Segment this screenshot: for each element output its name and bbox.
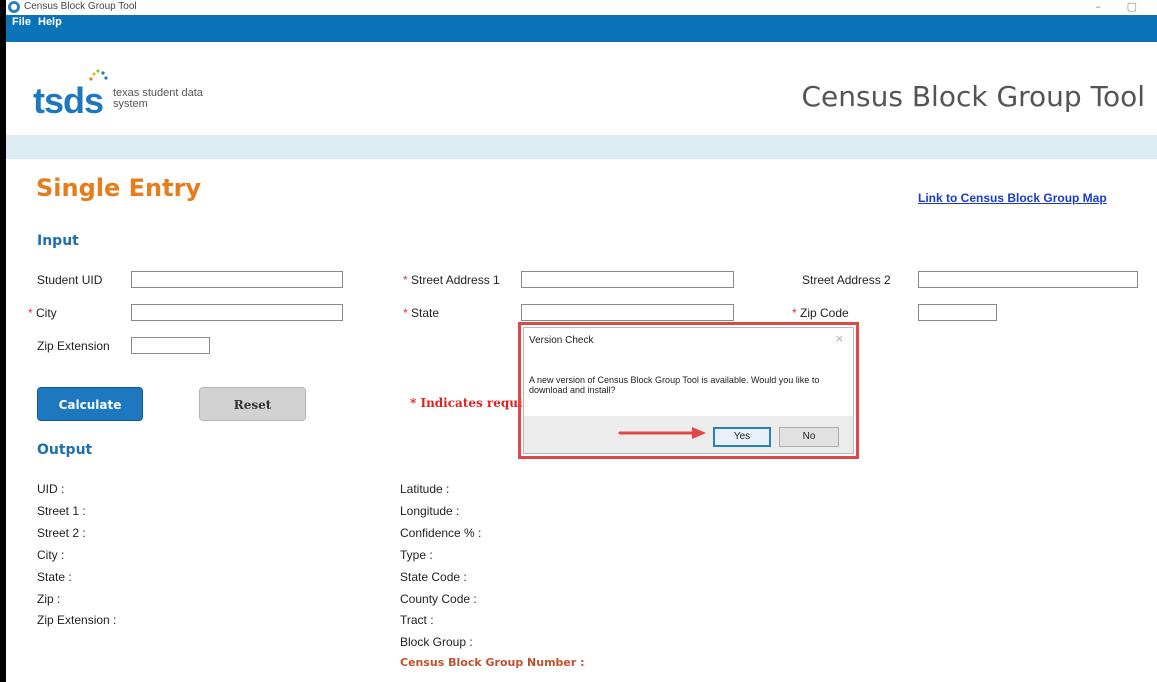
calculate-button[interactable]: Calculate <box>37 387 143 421</box>
out-county-code-label: County Code : <box>400 592 477 606</box>
out-tract-label: Tract : <box>400 613 434 627</box>
header: tsds texas student data system Census Bl… <box>6 42 1157 135</box>
menu-file[interactable]: File <box>12 16 31 28</box>
minimize-button[interactable]: – <box>1096 0 1102 13</box>
maximize-button[interactable]: ▢ <box>1127 0 1137 13</box>
out-zip-label: Zip : <box>37 592 61 606</box>
app-heading: Census Block Group Tool <box>801 80 1145 113</box>
out-state-label: State : <box>37 570 72 584</box>
state-label: * State <box>403 306 440 320</box>
input-heading: Input <box>37 233 79 249</box>
app-window: ● Census Block Group Tool – ▢ File Help … <box>0 0 1157 682</box>
out-state-code-label: State Code : <box>400 570 467 584</box>
zip-extension-field[interactable] <box>131 337 210 354</box>
student-uid-label: Student UID <box>37 273 103 287</box>
street1-field[interactable] <box>521 271 734 288</box>
zip-code-label: * Zip Code <box>792 306 849 320</box>
required-note: * Indicates required <box>410 396 525 410</box>
out-block-group-label: Block Group : <box>400 635 473 649</box>
page-title: Single Entry <box>36 174 202 202</box>
dialog-title: Version Check <box>529 335 594 346</box>
dialog-yes-button[interactable]: Yes <box>713 427 771 447</box>
out-confidence-label: Confidence % : <box>400 526 482 540</box>
city-field[interactable] <box>131 304 343 321</box>
student-uid-field[interactable] <box>131 271 343 288</box>
city-label: * City <box>28 306 57 320</box>
out-latitude-label: Latitude : <box>400 482 450 496</box>
menu-help[interactable]: Help <box>38 16 62 28</box>
street2-field[interactable] <box>918 271 1138 288</box>
street1-label: * Street Address 1 <box>403 273 500 287</box>
out-city-label: City : <box>37 548 65 562</box>
census-map-link[interactable]: Link to Census Block Group Map <box>918 191 1107 205</box>
reset-button[interactable]: Reset <box>199 387 306 421</box>
logo-text: tsds <box>33 80 104 121</box>
zip-extension-label: Zip Extension <box>37 339 110 353</box>
menu-bar: File Help <box>6 15 1157 42</box>
arrow-annotation-icon <box>618 427 706 439</box>
out-zip-extension-label: Zip Extension : <box>37 613 117 627</box>
census-block-group-number-label: Census Block Group Number : <box>400 656 585 669</box>
street2-label: Street Address 2 <box>802 273 891 287</box>
zip-code-field[interactable] <box>918 304 997 321</box>
dialog-message: A new version of Census Block Group Tool… <box>529 375 820 395</box>
tsds-logo: tsds texas student data system <box>33 69 203 122</box>
out-type-label: Type : <box>400 548 433 562</box>
out-longitude-label: Longitude : <box>400 504 460 518</box>
out-street2-label: Street 2 : <box>37 526 86 540</box>
app-location-icon: ● <box>8 1 20 13</box>
title-bar: ● Census Block Group Tool – ▢ <box>6 0 1157 15</box>
output-heading: Output <box>37 442 93 458</box>
state-field[interactable] <box>521 304 734 321</box>
dialog-no-button[interactable]: No <box>779 427 839 447</box>
logo-dots-icon <box>89 69 108 81</box>
logo-subtitle: texas student data system <box>113 87 203 110</box>
window-title: Census Block Group Tool <box>24 1 137 12</box>
header-band <box>6 135 1157 159</box>
out-street1-label: Street 1 : <box>37 504 86 518</box>
out-uid-label: UID : <box>37 482 65 496</box>
dialog-close-button[interactable]: × <box>835 332 844 345</box>
